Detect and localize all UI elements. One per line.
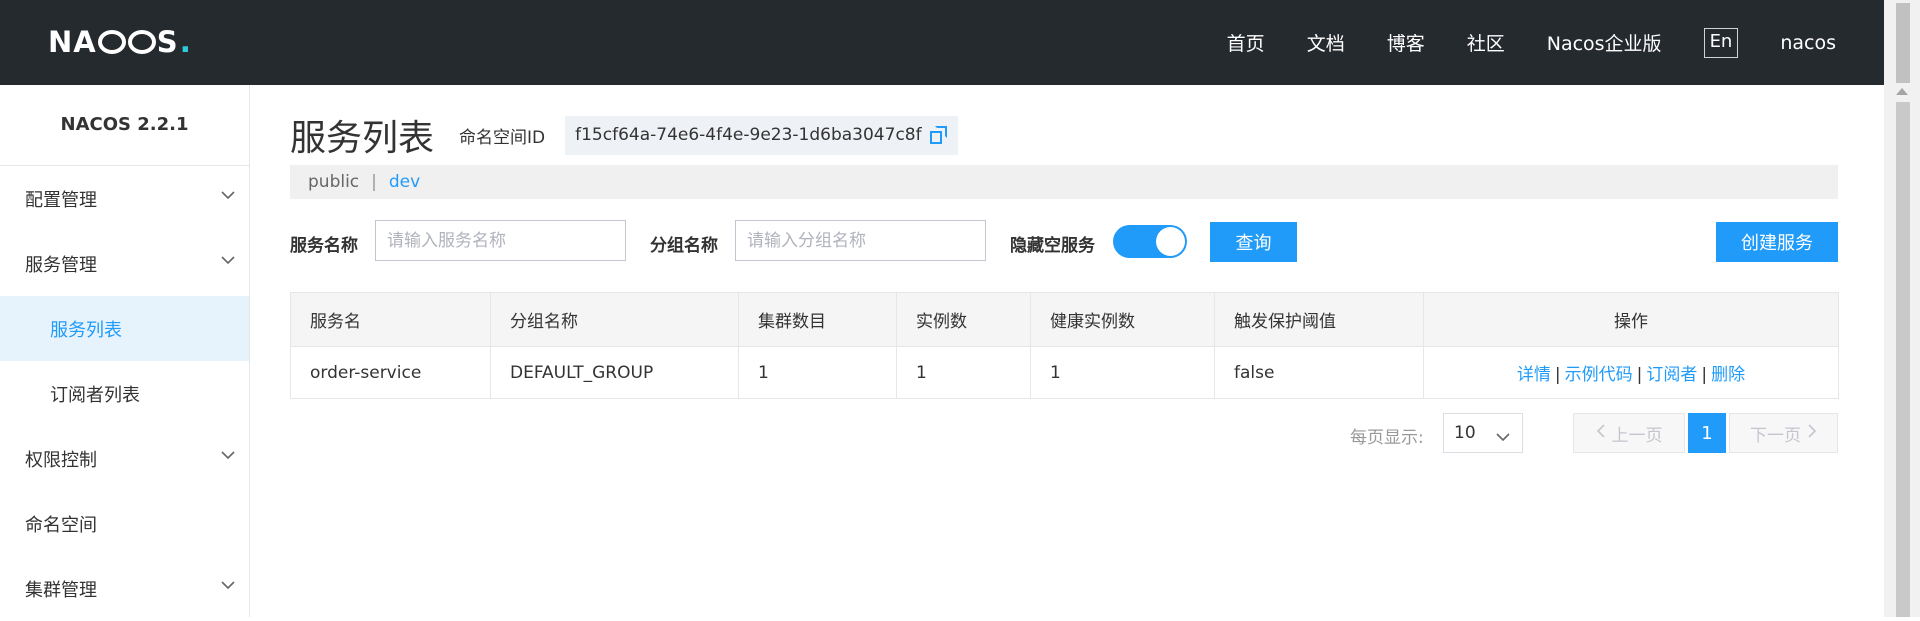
- cell-group-name: DEFAULT_GROUP: [490, 346, 739, 399]
- service-name-label: 服务名称: [290, 236, 358, 256]
- sidebar-item-label: 配置管理: [25, 189, 97, 211]
- column-header: 分组名称: [490, 292, 739, 347]
- top-header: NA S. 首页 文档 博客 社区 Nacos企业版 En nacos: [0, 0, 1884, 85]
- sidebar-item-access-control[interactable]: 权限控制: [0, 426, 249, 491]
- page-size-select[interactable]: 10: [1443, 413, 1523, 453]
- user-menu[interactable]: nacos: [1780, 32, 1836, 54]
- sidebar-item-subscriber-list[interactable]: 订阅者列表: [0, 361, 249, 426]
- chevron-down-icon: [221, 190, 235, 202]
- sidebar-item-config-management[interactable]: 配置管理: [0, 166, 249, 231]
- sidebar-item-label: 权限控制: [25, 449, 97, 471]
- page-number-current[interactable]: 1: [1688, 413, 1726, 453]
- namespace-id-box: f15cf64a-74e6-4f4e-9e23-1d6ba3047c8f: [565, 115, 958, 155]
- namespace-switcher: public | dev: [290, 165, 1838, 199]
- chevron-left-icon: [1596, 423, 1606, 443]
- sidebar-item-cluster-management[interactable]: 集群管理: [0, 556, 249, 621]
- create-service-button[interactable]: 创建服务: [1716, 222, 1838, 262]
- cell-service-name: order-service: [290, 346, 491, 399]
- delete-link[interactable]: 删除: [1711, 365, 1745, 385]
- namespace-id-value: f15cf64a-74e6-4f4e-9e23-1d6ba3047c8f: [575, 125, 922, 145]
- title-row: 服务列表 命名空间ID f15cf64a-74e6-4f4e-9e23-1d6b…: [290, 109, 958, 161]
- column-header: 触发保护阈值: [1214, 292, 1424, 347]
- namespace-dev[interactable]: dev: [389, 172, 420, 192]
- column-header: 集群数目: [738, 292, 897, 347]
- table-row: order-service DEFAULT_GROUP 1 1 1 false …: [290, 346, 1839, 399]
- sidebar-item-service-list[interactable]: 服务列表: [0, 296, 249, 361]
- prev-page-button[interactable]: 上一页: [1573, 413, 1685, 453]
- version-label: NACOS 2.2.1: [0, 85, 249, 166]
- service-name-input[interactable]: [375, 220, 626, 261]
- namespace-id-label: 命名空间ID: [459, 127, 546, 148]
- nav-home[interactable]: 首页: [1227, 29, 1265, 56]
- details-link[interactable]: 详情: [1517, 365, 1551, 385]
- namespace-separator: |: [371, 172, 377, 192]
- namespace-public[interactable]: public: [308, 172, 359, 192]
- next-page-label: 下一页: [1750, 425, 1801, 446]
- scrollbar-top: [1896, 3, 1910, 83]
- sidebar-item-service-management[interactable]: 服务管理: [0, 231, 249, 296]
- column-header: 服务名: [290, 292, 491, 347]
- sidebar-item-label: 服务列表: [50, 319, 122, 341]
- chevron-down-icon: [221, 580, 235, 592]
- sidebar-item-label: 订阅者列表: [50, 384, 140, 406]
- chevron-down-icon: [221, 450, 235, 462]
- nacos-logo[interactable]: NA S.: [48, 25, 192, 60]
- cell-healthy-count: 1: [1030, 346, 1215, 399]
- chevron-down-icon: [221, 255, 235, 267]
- column-header: 操作: [1423, 292, 1839, 347]
- group-name-input[interactable]: [735, 220, 986, 261]
- scrollbar-thumb[interactable]: [1896, 102, 1910, 617]
- subscribers-link[interactable]: 订阅者: [1646, 365, 1697, 385]
- nav-enterprise[interactable]: Nacos企业版: [1547, 29, 1662, 56]
- sample-code-link[interactable]: 示例代码: [1565, 365, 1633, 385]
- cell-instance-count: 1: [896, 346, 1031, 399]
- scroll-up-arrow-icon[interactable]: [1896, 88, 1908, 95]
- language-toggle-button[interactable]: En: [1703, 27, 1739, 58]
- sidebar-item-label: 集群管理: [25, 579, 97, 601]
- sidebar-item-label: 服务管理: [25, 254, 97, 276]
- nav-docs[interactable]: 文档: [1307, 29, 1345, 56]
- page-size-value: 10: [1454, 423, 1476, 443]
- query-button[interactable]: 查询: [1210, 222, 1297, 262]
- vertical-scrollbar[interactable]: [1884, 0, 1920, 617]
- top-nav: 首页 文档 博客 社区 Nacos企业版 En nacos: [1185, 0, 1836, 85]
- nav-blog[interactable]: 博客: [1387, 29, 1425, 56]
- group-name-label: 分组名称: [650, 236, 718, 256]
- hide-empty-label: 隐藏空服务: [1010, 236, 1095, 256]
- copy-icon[interactable]: [929, 126, 948, 144]
- page-size-label: 每页显示:: [1350, 428, 1424, 448]
- cell-protect-threshold: false: [1214, 346, 1424, 399]
- next-page-button[interactable]: 下一页: [1729, 413, 1838, 453]
- page-title: 服务列表: [290, 118, 435, 159]
- nav-community[interactable]: 社区: [1467, 29, 1505, 56]
- column-header: 实例数: [896, 292, 1031, 347]
- sidebar-item-namespace[interactable]: 命名空间: [0, 491, 249, 556]
- sidebar: NACOS 2.2.1 配置管理 服务管理 服务列表 订阅者列表 权限控制 命名…: [0, 85, 250, 617]
- chevron-down-icon: [1496, 427, 1510, 447]
- column-header: 健康实例数: [1030, 292, 1215, 347]
- pagination: 每页显示: 10 上一页 1 下一页: [290, 413, 1838, 453]
- hide-empty-toggle[interactable]: [1113, 225, 1187, 258]
- table-header-row: 服务名 分组名称 集群数目 实例数 健康实例数 触发保护阈值 操作: [290, 292, 1839, 347]
- prev-page-label: 上一页: [1611, 425, 1663, 446]
- chevron-right-icon: [1807, 423, 1817, 443]
- filter-bar: 服务名称 分组名称 隐藏空服务 查询 创建服务: [290, 220, 1838, 262]
- service-table: 服务名 分组名称 集群数目 实例数 健康实例数 触发保护阈值 操作 order-…: [290, 292, 1839, 399]
- cell-operations: 详情 | 示例代码 | 订阅者 | 删除: [1423, 346, 1839, 399]
- cell-cluster-count: 1: [738, 346, 897, 399]
- sidebar-item-label: 命名空间: [25, 514, 97, 536]
